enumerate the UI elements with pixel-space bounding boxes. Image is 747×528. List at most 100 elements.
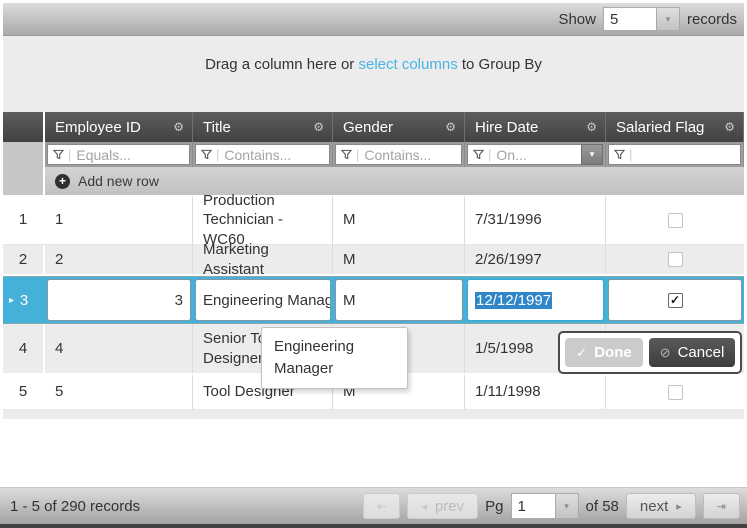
chevron-down-icon: ▾ xyxy=(666,14,671,25)
edit-cell-employee-id: 3 xyxy=(45,277,193,323)
grid-body-end-strip xyxy=(3,410,744,419)
add-new-row-button[interactable]: + Add new row xyxy=(45,167,744,195)
salaried-edit-box[interactable]: ✓ xyxy=(608,279,742,321)
row-number-cell[interactable]: 5 xyxy=(3,375,45,409)
cell-hire-date[interactable]: 7/31/1996 xyxy=(465,196,606,244)
filter-separator: | xyxy=(216,147,219,162)
filter-placeholder: On... xyxy=(496,147,526,163)
filter-funnel-icon[interactable] xyxy=(614,149,625,160)
done-button[interactable]: ✓ Done xyxy=(565,338,643,367)
filter-separator: | xyxy=(356,147,359,162)
row-number: 3 xyxy=(20,292,28,309)
column-header-title[interactable]: Title ⚙ xyxy=(193,112,333,142)
hire-date-edit-input[interactable]: 12/12/1997 xyxy=(467,279,604,321)
group-by-text: Drag a column here or xyxy=(205,56,354,73)
filter-separator: | xyxy=(629,147,632,162)
filter-cell-salaried-flag: | xyxy=(606,142,744,167)
gear-icon[interactable]: ⚙ xyxy=(724,120,735,134)
column-header-salaried-flag[interactable]: Salaried Flag ⚙ xyxy=(606,112,744,142)
salaried-checkbox[interactable]: ✓ xyxy=(668,213,683,228)
cell-value-tooltip: Engineering Manager xyxy=(261,327,408,389)
gear-icon[interactable]: ⚙ xyxy=(445,120,456,134)
filter-input-title[interactable]: | Contains... xyxy=(195,144,330,165)
salaried-checkbox[interactable]: ✓ xyxy=(668,293,683,308)
filter-funnel-icon[interactable] xyxy=(473,149,484,160)
chevron-down-icon: ▾ xyxy=(590,149,595,160)
row-number-cell[interactable]: 4 xyxy=(3,324,45,373)
table-row: 1 1 Production Technician - WC60 M 7/31/… xyxy=(3,196,744,245)
filter-dropdown-button[interactable]: ▾ xyxy=(581,144,603,165)
column-header-gender[interactable]: Gender ⚙ xyxy=(333,112,465,142)
gender-edit-input[interactable]: M xyxy=(335,279,463,321)
cell-title[interactable]: Production Technician - WC60 xyxy=(193,196,333,244)
add-row-corner xyxy=(3,167,45,195)
page-number-dropdown-button[interactable]: ▾ xyxy=(555,493,579,519)
gear-icon[interactable]: ⚙ xyxy=(173,120,184,134)
next-label: next xyxy=(640,498,668,515)
cancel-button[interactable]: ⊘ Cancel xyxy=(649,338,735,367)
column-header-employee-id[interactable]: Employee ID ⚙ xyxy=(45,112,193,142)
cell-employee-id[interactable]: 1 xyxy=(45,196,193,244)
cell-hire-date[interactable]: 1/11/1998 xyxy=(465,375,606,409)
row-number-cell-active[interactable]: ▸ 3 xyxy=(3,277,45,323)
filter-funnel-icon[interactable] xyxy=(53,149,64,160)
salaried-checkbox[interactable]: ✓ xyxy=(668,252,683,267)
first-page-icon: ⇤ xyxy=(377,500,386,513)
next-page-button[interactable]: next ▸ xyxy=(626,493,696,519)
add-new-row-label: Add new row xyxy=(78,173,159,189)
gear-icon[interactable]: ⚙ xyxy=(313,120,324,134)
last-page-button[interactable]: ⇥ xyxy=(703,493,740,519)
filter-input-gender[interactable]: | Contains... xyxy=(335,144,462,165)
selected-text: 12/12/1997 xyxy=(475,292,552,309)
row-number-cell[interactable]: 1 xyxy=(3,196,45,244)
page-size-input[interactable] xyxy=(603,7,656,31)
plus-circle-icon: + xyxy=(55,174,70,189)
checkmark-icon: ✓ xyxy=(670,294,680,306)
filter-funnel-icon[interactable] xyxy=(341,149,352,160)
pager-controls: ⇤ ◂ prev Pg ▾ of 58 next ▸ ⇥ xyxy=(363,493,740,519)
page-count-label: of 58 xyxy=(586,498,619,515)
page-number-input[interactable] xyxy=(511,493,555,519)
cell-gender[interactable]: M xyxy=(333,245,465,274)
edit-cell-salaried-flag: ✓ xyxy=(606,277,744,323)
filter-funnel-icon[interactable] xyxy=(201,149,212,160)
edit-actions-popup: ✓ Done ⊘ Cancel xyxy=(558,331,742,374)
cell-hire-date[interactable]: 2/26/1997 xyxy=(465,245,606,274)
cell-gender[interactable]: M xyxy=(333,196,465,244)
first-page-button[interactable]: ⇤ xyxy=(363,493,400,519)
title-edit-input[interactable]: Engineering Manage xyxy=(195,279,331,321)
select-columns-link[interactable]: select columns xyxy=(358,56,457,73)
salaried-checkbox[interactable]: ✓ xyxy=(668,385,683,400)
gear-icon[interactable]: ⚙ xyxy=(586,120,597,134)
page-number-combo: ▾ xyxy=(511,493,579,519)
cell-employee-id[interactable]: 5 xyxy=(45,375,193,409)
filter-row-corner xyxy=(3,142,45,167)
filter-input-employee-id[interactable]: | Equals... xyxy=(47,144,190,165)
page-size-dropdown-button[interactable]: ▾ xyxy=(656,7,680,31)
filter-row: | Equals... | Contains... | Contains... xyxy=(3,142,744,167)
cell-salaried-flag[interactable]: ✓ xyxy=(606,196,744,244)
cell-employee-id[interactable]: 4 xyxy=(45,324,193,373)
prev-page-button[interactable]: ◂ prev xyxy=(407,493,478,519)
cell-title[interactable]: Marketing Assistant xyxy=(193,245,333,274)
checkmark-icon: ✓ xyxy=(576,345,587,361)
page-size-combo: ▾ xyxy=(603,7,680,31)
column-header-hire-date[interactable]: Hire Date ⚙ xyxy=(465,112,606,142)
employee-id-edit-input[interactable]: 3 xyxy=(47,279,191,321)
chevron-down-icon: ▾ xyxy=(564,501,569,512)
show-label: Show xyxy=(558,11,596,28)
page-size-toolbar: Show ▾ records xyxy=(3,3,744,36)
cell-employee-id[interactable]: 2 xyxy=(45,245,193,274)
edit-cell-hire-date: 12/12/1997 xyxy=(465,277,606,323)
table-row: 2 2 Marketing Assistant M 2/26/1997 ✓ xyxy=(3,245,744,276)
column-label: Title xyxy=(203,119,231,136)
filter-separator: | xyxy=(488,147,491,162)
group-by-area: Drag a column here or select columns to … xyxy=(3,36,744,112)
row-number-cell[interactable]: 2 xyxy=(3,245,45,274)
cell-salaried-flag[interactable]: ✓ xyxy=(606,245,744,274)
filter-input-hire-date[interactable]: | On... xyxy=(467,144,581,165)
filter-placeholder: Contains... xyxy=(364,147,431,163)
filter-input-salaried-flag[interactable]: | xyxy=(608,144,741,165)
cell-salaried-flag[interactable]: ✓ xyxy=(606,375,744,409)
filter-placeholder: Contains... xyxy=(224,147,291,163)
